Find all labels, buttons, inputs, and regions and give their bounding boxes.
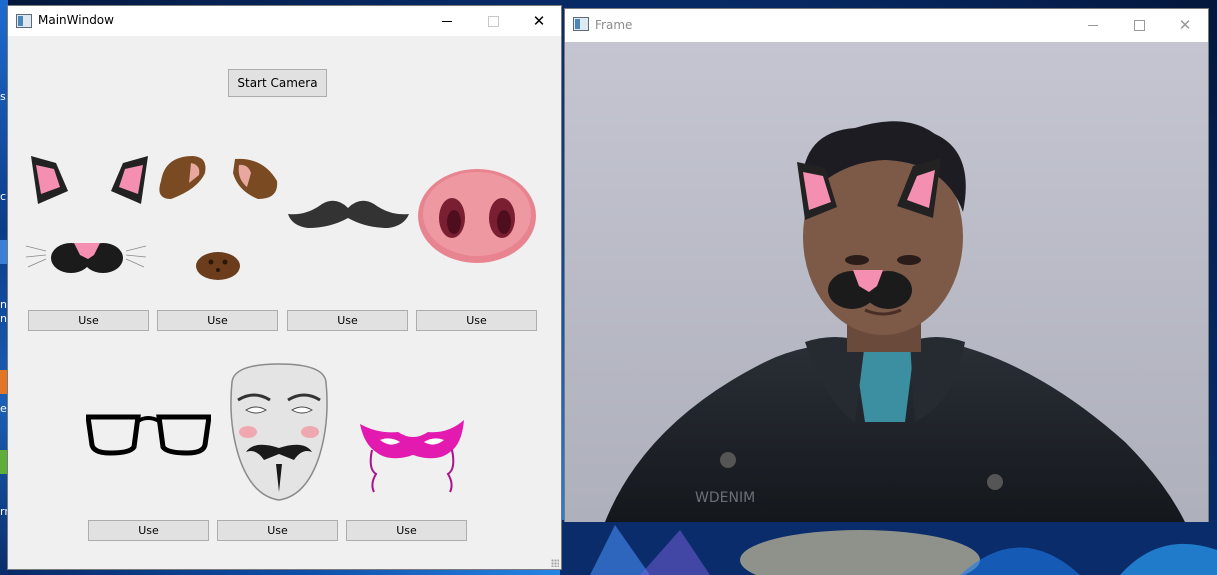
frame-window-titlebar[interactable]: Frame bbox=[565, 9, 1208, 41]
minimize-button[interactable] bbox=[1070, 10, 1116, 40]
use-glasses-filter-button[interactable]: Use bbox=[88, 520, 209, 541]
main-window-title: MainWindow bbox=[38, 13, 114, 27]
main-window-titlebar[interactable]: MainWindow bbox=[8, 6, 561, 36]
desktop-wallpaper-art bbox=[560, 520, 1217, 575]
camera-preview: WDENIM bbox=[565, 42, 1208, 522]
glasses-icon bbox=[86, 414, 211, 456]
anonymous-mask-icon bbox=[230, 363, 328, 501]
resize-grip[interactable] bbox=[551, 559, 559, 567]
maximize-button[interactable] bbox=[1116, 10, 1162, 40]
app-window-icon bbox=[16, 14, 32, 28]
use-dog-filter-button[interactable]: Use bbox=[157, 310, 278, 331]
maximize-button bbox=[470, 6, 516, 36]
svg-text:WDENIM: WDENIM bbox=[695, 490, 755, 506]
use-anonymous-mask-filter-button[interactable]: Use bbox=[217, 520, 338, 541]
main-window[interactable]: MainWindow Start Camera bbox=[7, 5, 562, 570]
start-camera-button[interactable]: Start Camera bbox=[228, 69, 327, 97]
webcam-frame-image: WDENIM bbox=[565, 42, 1208, 522]
app-window-icon bbox=[573, 17, 589, 31]
dog-ears-nose-icon bbox=[159, 156, 278, 280]
use-pig-filter-button[interactable]: Use bbox=[416, 310, 537, 331]
mustache-icon bbox=[288, 200, 409, 228]
masquerade-mask-icon bbox=[360, 420, 464, 493]
minimize-button[interactable] bbox=[424, 6, 470, 36]
close-button[interactable] bbox=[516, 6, 562, 36]
pig-nose-icon bbox=[418, 169, 536, 263]
frame-window[interactable]: Frame ✕ WDENIM bbox=[564, 8, 1209, 522]
use-mustache-filter-button[interactable]: Use bbox=[287, 310, 408, 331]
close-button[interactable] bbox=[1162, 10, 1208, 40]
use-cat-filter-button[interactable]: Use bbox=[28, 310, 149, 331]
frame-window-title: Frame bbox=[595, 18, 633, 32]
cat-ears-nose-icon bbox=[26, 156, 148, 273]
use-masquerade-mask-filter-button[interactable]: Use bbox=[346, 520, 467, 541]
